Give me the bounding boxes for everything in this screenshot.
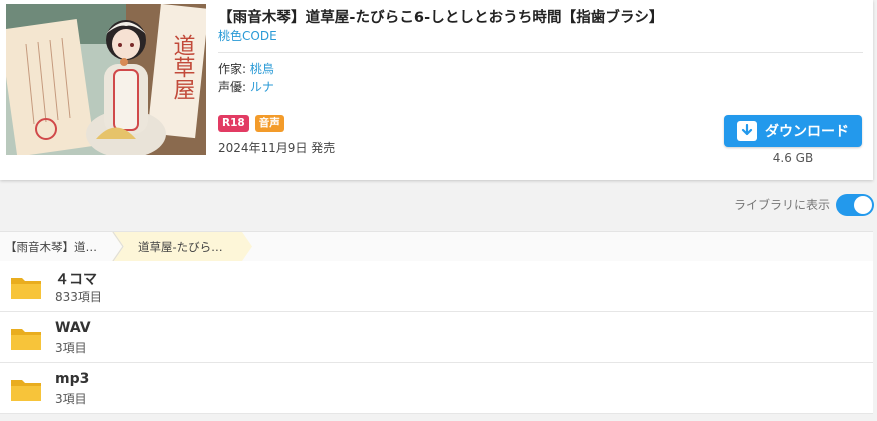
folder-name: mp3 bbox=[55, 371, 90, 387]
list-item[interactable]: WAV 3項目 bbox=[0, 312, 873, 363]
voice-label: 声優: bbox=[218, 80, 247, 94]
breadcrumb-item-parent[interactable]: 【雨音木琴】道… bbox=[0, 232, 117, 261]
folder-item-count: 833項目 bbox=[55, 290, 102, 304]
toggle-knob bbox=[854, 196, 872, 214]
library-toggle[interactable] bbox=[836, 194, 874, 216]
folder-icon bbox=[11, 278, 41, 299]
download-label: ダウンロード bbox=[765, 124, 849, 140]
r18-badge: R18 bbox=[218, 115, 249, 132]
folder-name: WAV bbox=[55, 320, 91, 336]
folder-icon bbox=[11, 380, 41, 401]
author-label: 作家: bbox=[218, 62, 247, 76]
breadcrumb-current-label: 道草屋-たびら… bbox=[138, 240, 223, 254]
breadcrumb-parent-label: 【雨音木琴】道… bbox=[5, 240, 97, 254]
list-item[interactable]: mp3 3項目 bbox=[0, 363, 873, 414]
voice-actor-link[interactable]: ルナ bbox=[250, 80, 274, 94]
circle-link[interactable]: 桃色CODE bbox=[218, 27, 277, 44]
folder-list: ４コマ 833項目 WAV 3項目 mp3 3項目 bbox=[0, 261, 873, 414]
badge-group: R18 音声 bbox=[218, 115, 284, 132]
cover-illustration: 道草屋 bbox=[6, 4, 206, 155]
voice-row: 声優: ルナ bbox=[218, 78, 274, 95]
breadcrumb-item-current[interactable]: 道草屋-たびら… bbox=[112, 232, 252, 261]
download-icon bbox=[737, 121, 757, 141]
breadcrumb: 【雨音木琴】道… 道草屋-たびら… bbox=[0, 231, 873, 262]
download-button[interactable]: ダウンロード bbox=[724, 115, 862, 147]
author-row: 作家: 桃鳥 bbox=[218, 60, 274, 77]
divider bbox=[218, 52, 863, 53]
voice-badge: 音声 bbox=[254, 115, 284, 132]
folder-name: ４コマ bbox=[55, 272, 97, 288]
product-title: 【雨音木琴】道草屋-たびらこ6-しとしとおうち時間【指歯ブラシ】 bbox=[218, 10, 664, 26]
library-toggle-label: ライブラリに表示 bbox=[733, 198, 830, 212]
breadcrumb-separator-icon bbox=[112, 232, 124, 261]
list-item[interactable]: ４コマ 833項目 bbox=[0, 261, 873, 312]
product-card: 道草屋 【雨音木琴】道草屋-たびらこ6-しとしとおうち時間【指歯ブラシ】 桃色C… bbox=[0, 0, 873, 180]
cover-sign-text: 道草屋 bbox=[170, 34, 196, 100]
cover-image[interactable]: 道草屋 bbox=[6, 4, 206, 155]
file-size: 4.6 GB bbox=[772, 151, 814, 165]
folder-icon bbox=[11, 329, 41, 350]
author-link[interactable]: 桃鳥 bbox=[250, 62, 274, 76]
release-date: 2024年11月9日 発売 bbox=[218, 141, 336, 155]
folder-item-count: 3項目 bbox=[55, 341, 87, 355]
folder-item-count: 3項目 bbox=[55, 392, 87, 406]
